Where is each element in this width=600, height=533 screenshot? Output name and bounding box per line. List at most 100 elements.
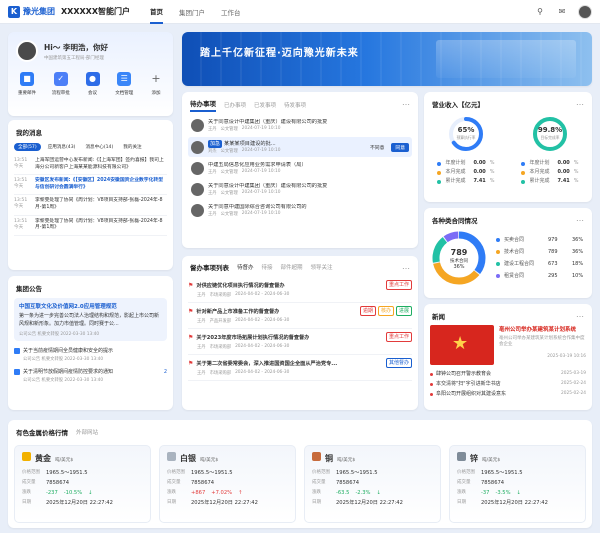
todo-tab-done[interactable]: 已办事项 [224, 101, 246, 109]
todo-item[interactable]: 关于同意设计中建集团（重庆）建设有限公司的批复 王丹 公文管理 2024-07-19 … [188, 116, 412, 135]
metal-icon [22, 452, 31, 461]
legend-item[interactable]: 租赁合同 295 10% [496, 270, 586, 282]
metal-card[interactable]: 黄金 吨/美元$ 价格范围 1965.5～1951.5 成交量 7858674 涨跌 -237… [14, 445, 151, 523]
app-add[interactable]: + 添加 [149, 72, 163, 96]
plus-icon: + [151, 72, 161, 85]
external-sites-tab[interactable]: 外部网站 [76, 428, 98, 436]
metal-card[interactable]: 铜吨/美元$ 价格范围 1965.5～1951.5 成交量 7858674 涨跌 -63.5… [304, 445, 441, 523]
mail-icon[interactable]: ✉ [556, 6, 568, 18]
supervise-tab-overdue[interactable]: 部件超期 [281, 263, 303, 271]
todo-item[interactable]: 加急 某某某项目建设的批... 刘杰 公文管理 2024-07-19 10:10 不同意同… [188, 137, 412, 157]
announcement-item[interactable]: 关于清明节放假期间疫情防控要求的通知 2 公司公告 机要文转股 2022-03-30… [14, 365, 167, 386]
announcement-feature[interactable]: 中国互联文化及价值网2.0应用管理规范 第一条为进一步完善公司法人治理结构和规范… [14, 298, 167, 341]
more-icon[interactable]: … [402, 99, 410, 107]
supervise-item[interactable]: ⚑ 关于2023年度市场拓展计划执行情况的督查督办 重点工作 王丹 市场采购部 2024-… [188, 329, 412, 355]
more-icon[interactable]: … [576, 215, 584, 223]
search-icon[interactable]: ⚲ [534, 6, 546, 18]
bullet-icon [430, 372, 433, 376]
announcement-card: 集团公告 中国互联文化及价值网2.0应用管理规范 第一条为进一步完善公司法人治理… [8, 276, 173, 410]
bullet-icon [430, 382, 433, 386]
supervise-tab-leader[interactable]: 领导关注 [311, 263, 333, 271]
document-icon: ☰ [117, 72, 132, 86]
todo-tab-pending[interactable]: 待办事项 [190, 98, 216, 112]
announcement-icon [14, 347, 20, 354]
supervise-tab-pending[interactable]: 待督办 [237, 263, 254, 271]
profile-avatar[interactable] [16, 40, 38, 62]
announcement-icon [14, 368, 20, 375]
announcement-item[interactable]: 关于当前疫情期间全员健康和安全的提示 公司公告 机要文转股 2022-03-30 … [14, 344, 167, 365]
legend-item[interactable]: 建设工程合同 673 18% [496, 258, 586, 270]
metal-icon [312, 452, 321, 461]
metals-title: 有色金属价格行情 [16, 429, 68, 437]
app-mail[interactable]: ■ 重要邮件 [18, 72, 36, 96]
announcement-title: 集团公告 [16, 285, 42, 293]
metal-card[interactable]: 锌吨/美元$ 价格范围 1965.5～1951.5 成交量 7858674 涨跌 -37 -3… [449, 445, 586, 523]
banner[interactable]: 踏上千亿新征程·迈向豫光新未来 [182, 32, 592, 86]
more-icon[interactable]: … [576, 311, 584, 319]
supervise-list: ⚑ 对供应链优化项目执行情况的督查督办 重点工作 王丹 市场采购部 2024-04-02 … [182, 272, 418, 381]
arrow-down-icon: ↓ [88, 490, 93, 496]
metal-card[interactable]: 白银 吨/美元$ 价格范围 1965.5～1951.5 成交量 7858674 涨跌 +867… [159, 445, 296, 523]
metal-cards: 黄金 吨/美元$ 价格范围 1965.5～1951.5 成交量 7858674 涨跌 -237… [8, 437, 592, 523]
stat-dot [437, 179, 442, 184]
msg-tab-all[interactable]: 全部(57) [14, 143, 41, 151]
agree-button[interactable]: 同意 [391, 142, 409, 152]
message-item[interactable]: 13:51 今天 李黎雯处理了协同《周计划：V8项目支持部-张磊-2024年-8月-… [14, 216, 167, 236]
message-item[interactable]: 13:51 今天 李黎雯处理了协同《周计划：V8项目支持部-张磊-2024年-8月-… [14, 195, 167, 216]
todo-tab-sent[interactable]: 已发事项 [254, 101, 276, 109]
user-org: 中国建筑第五工程局·部门经理 [44, 55, 104, 61]
flag-icon: ⚑ [188, 307, 194, 315]
todo-item[interactable]: 中建五局信息化应用业务需求申请表（局） 王丹 公文管理 2024-07-19 10:1… [188, 159, 412, 178]
flag-icon: ⚑ [188, 359, 194, 367]
budget-gauge-label: 预算执行率 [456, 135, 476, 140]
app-meeting[interactable]: ● 会议 [85, 72, 100, 96]
news-item[interactable]: 肆钟公司召开警示教育会 2025-03-19 [430, 369, 586, 379]
msg-tab-follow[interactable]: 我的关注 [120, 143, 144, 151]
app-approval[interactable]: ✓ 流程审批 [52, 72, 70, 96]
supervise-item[interactable]: ⚑ 关于第二次省委常委会，深入推进国资国企全面从严治党专... 其他督办 王丹 市场采购… [188, 355, 412, 381]
supervise-item[interactable]: ⚑ 针对新产品上市准备工作的督查督办 逾期 核办 进展 王丹 产品开发部 2024-04-02… [188, 303, 412, 329]
todo-tab-draft[interactable]: 待发事项 [284, 101, 306, 109]
nav-tab-home[interactable]: 首页 [150, 0, 164, 24]
flag-icon: ⚑ [188, 333, 194, 341]
message-item[interactable]: 13:51 今天 安徽区发布新闻:《【安徽区】2024安徽国资企业数字化转型与信创研… [14, 175, 167, 196]
banner-image [436, 40, 576, 78]
supervise-item[interactable]: ⚑ 对供应链优化项目执行情况的督查督办 重点工作 王丹 市场采购部 2024-04-02 … [188, 277, 412, 303]
todo-item[interactable]: 关于同意中建国际综合咨询公司有限公司的 王丹 公文管理 2024-07-19 10:1… [188, 201, 412, 220]
legend-item[interactable]: 技术合同 789 36% [496, 246, 586, 258]
legend-item[interactable]: 买卖合同 979 36% [496, 234, 586, 246]
reject-button[interactable]: 不同意 [370, 144, 384, 151]
profile-card: Hi～ 李明浩，你好 中国建筑第五工程局·部门经理 ■ 重要邮件 ✓ 流程审批 ● 会… [8, 32, 173, 116]
news-item[interactable]: 阜阳公司开展组织对其建设意东 2025-02-24 [430, 389, 586, 399]
msg-tab-app[interactable]: 应用消息(43) [45, 143, 79, 151]
todo-avatar [191, 204, 204, 217]
stat-dot [521, 170, 526, 175]
top-bar: K 豫光集团 XXXXXX智能门户 首页 集团门户 工作台 ⚲ ✉ [0, 0, 600, 24]
urgent-tag: 加急 [208, 140, 223, 148]
logo-text: 豫光集团 [23, 7, 55, 16]
messages-card: 我的消息 全部(57) 应用消息(43) 消息中心(14) 我的关注 13:51… [8, 120, 173, 270]
app-docs[interactable]: ☰ 文档管理 [115, 72, 133, 96]
nav-tab-group-portal[interactable]: 集团门户 [179, 0, 205, 24]
supervise-tab-accept[interactable]: 待接 [262, 263, 273, 271]
more-icon[interactable]: … [576, 99, 584, 107]
nav-tab-workbench[interactable]: 工作台 [221, 0, 241, 24]
flag-icon: ⚑ [188, 281, 194, 289]
messages-title: 我的消息 [16, 129, 42, 137]
msg-tab-center[interactable]: 消息中心(14) [82, 143, 116, 151]
news-item[interactable]: 本交清将"扫"字引进新华书店 2025-02-24 [430, 379, 586, 389]
todo-list: 关于同意设计中建集团（重庆）建设有限公司的批复 王丹 公文管理 2024-07-19 … [182, 112, 418, 220]
donut-center-value: 789 [450, 248, 468, 257]
stat-dot [437, 161, 442, 166]
logo[interactable]: K 豫光集团 [8, 5, 55, 18]
user-avatar[interactable] [578, 4, 592, 19]
metal-icon [457, 452, 466, 461]
todo-item[interactable]: 关于同意设计中建集团（重庆）建设有限公司的批复 王丹 公文管理 2024-07-19 … [188, 180, 412, 199]
stat-dot [437, 170, 442, 175]
metals-card: 有色金属价格行情 外部网站 黄金 吨/美元$ 价格范围 1965.5～1951.5 成交… [8, 420, 592, 528]
more-icon[interactable]: … [402, 263, 410, 271]
todo-avatar [191, 183, 204, 196]
message-item[interactable]: 13:51 今天 上海军团运营中心发布新闻:《【上海军团】签约喜报】我司上海分公司新… [14, 155, 167, 176]
news-feature[interactable]: ★ 亳州公司举办某建筑某计划系统 亳州公司举办某建筑某计划系统合作集中度会企业 … [424, 321, 592, 365]
todo-card: 待办事项 已办事项 已发事项 待发事项 … 关于同意设计中建集团（重庆）建设有限… [182, 92, 418, 248]
